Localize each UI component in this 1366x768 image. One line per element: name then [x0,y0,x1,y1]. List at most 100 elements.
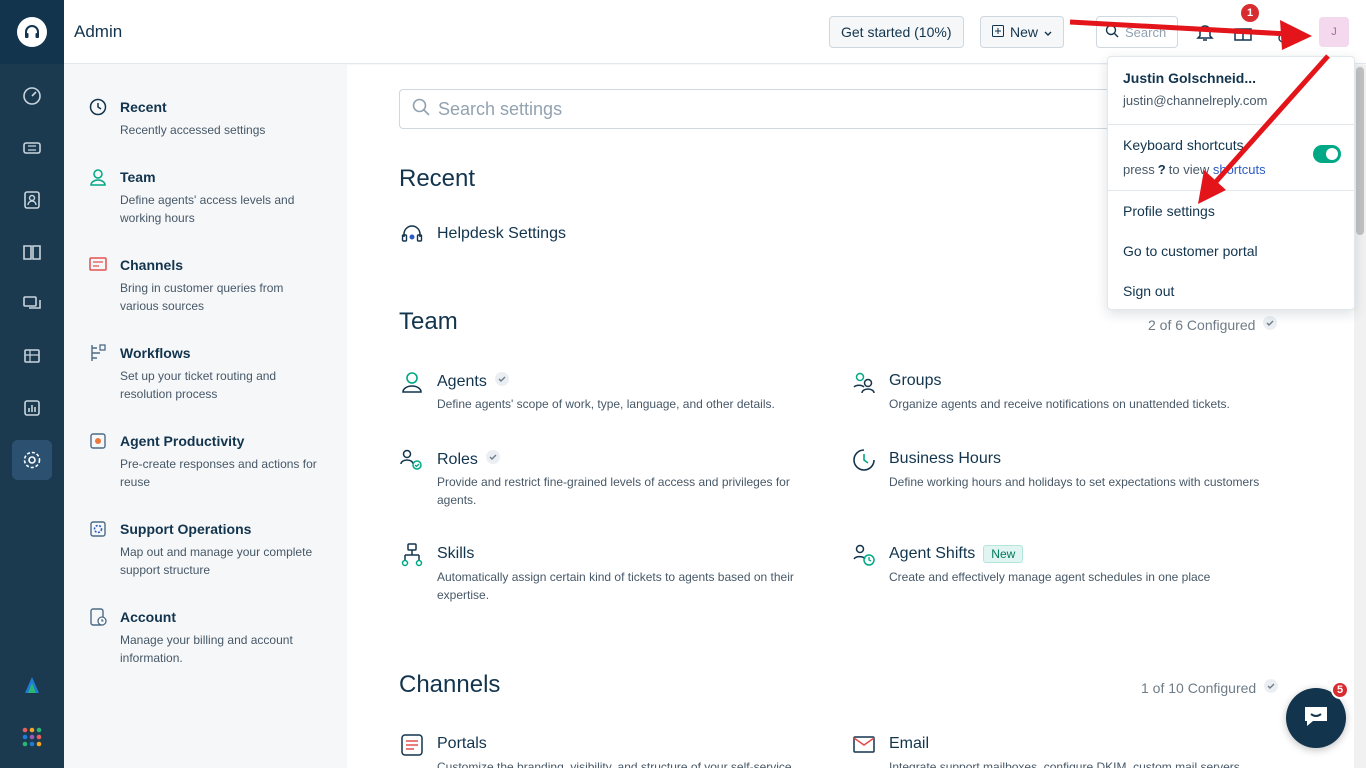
history-icon [88,97,108,117]
configured-check-icon [485,450,500,469]
new-button-label: New [1010,24,1039,40]
get-started-button[interactable]: Get started (10%) [829,16,964,48]
section-title-team: Team [399,308,458,335]
sidebar-item-name: Agent Productivity [120,433,245,449]
card-title: Agents [437,372,487,390]
configured-count: 2 of 6 Configured [1148,316,1256,333]
header-search-input[interactable]: Search [1096,16,1178,48]
sign-out-item[interactable]: Sign out [1123,283,1174,299]
card-name: Agent Shifts New [889,545,1024,563]
card-desc: Integrate support mailboxes, configure D… [889,760,1240,768]
divider [1108,190,1356,191]
clock-icon [852,448,876,472]
new-button[interactable]: New [980,16,1065,48]
message-icon [88,255,108,275]
sidebar-item-desc: Bring in customer queries from various s… [120,281,284,313]
check-icon [1264,679,1279,696]
section-title-recent: Recent [399,165,476,192]
new-badge: New [983,545,1024,563]
profile-email: justin@channelreply.com [1123,93,1268,108]
sidebar-item-name: Support Operations [120,521,252,537]
configured-check-icon [494,372,509,391]
card-desc: Customize the branding, visibility, and … [437,760,792,768]
operations-icon [88,519,108,539]
chevron-down-icon [1044,24,1052,40]
freddy-ai-icon[interactable] [12,665,52,705]
search-icon [412,98,438,121]
contacts-icon[interactable] [12,180,52,220]
user-avatar[interactable]: J [1319,17,1349,47]
workflow-icon [88,343,108,363]
card-name: Helpdesk Settings [437,225,566,242]
settings-search-input[interactable]: Search settings [399,89,1159,129]
card-name: Groups [889,372,942,389]
sidebar-item-name: Workflows [120,345,191,361]
admin-gear-icon[interactable] [12,440,52,480]
team-configured-status: 2 of 6 Configured [1148,316,1278,333]
dashboard-icon[interactable] [12,76,52,116]
email-icon [852,733,876,757]
chat-badge: 5 [1331,681,1349,699]
profile-settings-item[interactable]: Profile settings [1123,203,1215,219]
agent-shifts-icon [852,543,876,567]
card-desc: Create and effectively manage agent sche… [889,570,1211,584]
chat-icon [1302,704,1330,733]
sidebar-item-desc: Map out and manage your complete support… [120,545,313,577]
page-title: Admin [74,22,123,41]
card-desc: Define agents' scope of work, type, lang… [437,397,775,411]
headset-gear-icon [400,223,424,247]
section-title-channels: Channels [399,671,501,698]
card-name: Agents [437,372,509,391]
sidebar-item-name: Recent [120,99,167,115]
gift-icon[interactable] [1233,22,1253,47]
profile-name: Justin Golschneid... [1123,70,1257,86]
page-scrollbar[interactable] [1354,65,1366,768]
scrollbar-thumb[interactable] [1356,67,1364,235]
sidebar-item-name: Channels [120,257,184,273]
notification-badge: 1 [1241,4,1259,22]
card-name: Skills [437,545,475,562]
card-title: Agent Shifts [889,545,976,562]
user-icon [88,167,108,187]
sidebar-item-desc: Manage your billing and account informat… [120,633,293,665]
card-desc: Define working hours and holidays to set… [889,475,1260,489]
shortcuts-hint: press? to view shortcuts [1123,162,1266,177]
card-name: Roles [437,450,500,469]
divider [1108,124,1356,125]
keyboard-shortcuts-toggle[interactable] [1313,145,1341,163]
shortcuts-link[interactable]: shortcuts [1213,162,1266,177]
sidebar-item-desc: Set up your ticket routing and resolutio… [120,369,277,401]
check-icon [1263,316,1278,333]
forums-icon[interactable] [12,284,52,324]
help-icon[interactable] [1278,30,1288,48]
productivity-icon [88,431,108,451]
bell-icon[interactable] [1196,22,1214,47]
settings-search-placeholder: Search settings [438,98,563,119]
assets-icon[interactable] [12,336,52,376]
card-title: Roles [437,450,478,468]
search-icon [1105,24,1119,41]
freshdesk-logo-icon[interactable] [17,17,47,47]
configured-count: 1 of 10 Configured [1141,679,1257,696]
agent-icon [400,370,424,394]
card-name: Portals [437,735,487,752]
reports-icon[interactable] [12,388,52,428]
customer-portal-item[interactable]: Go to customer portal [1123,243,1258,259]
groups-icon [852,370,876,394]
app-switcher-icon[interactable] [12,717,52,757]
sidebar-item-desc: Pre-create responses and actions for reu… [120,457,317,489]
card-desc: Organize agents and receive notification… [889,397,1230,411]
top-header: Admin Get started (10%) New Search 1 J [64,0,1366,64]
left-rail [0,0,64,768]
hint-key: ? [1157,162,1166,177]
card-desc: Provide and restrict fine-grained levels… [437,475,790,507]
profile-dropdown: Justin Golschneid... justin@channelreply… [1107,56,1356,310]
plus-square-icon [992,24,1004,40]
tickets-icon[interactable] [12,128,52,168]
hint-press: press [1123,162,1155,177]
sidebar-item-name: Account [120,609,176,625]
sidebar-item-name: Team [120,169,156,185]
solutions-icon[interactable] [12,232,52,272]
account-icon [88,607,108,627]
header-search-placeholder: Search [1125,24,1167,40]
